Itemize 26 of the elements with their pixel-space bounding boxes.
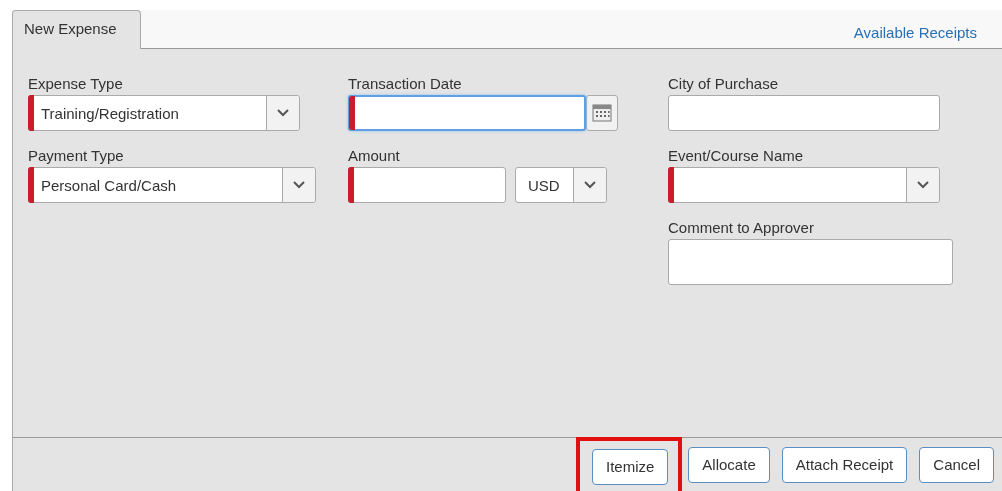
field-label: Amount — [348, 147, 401, 164]
action-button[interactable]: Allocate — [688, 446, 770, 483]
date-input[interactable] — [348, 95, 586, 131]
chevron-down-icon — [277, 109, 289, 117]
action-button[interactable]: Itemize — [592, 448, 669, 485]
chevron-down-icon — [293, 181, 305, 189]
dropdown-field[interactable]: Training/Registration — [28, 95, 300, 131]
text-input[interactable] — [668, 95, 940, 131]
dropdown-field[interactable] — [668, 167, 940, 203]
calendar-button[interactable] — [586, 95, 618, 131]
currency-dropdown[interactable]: USD — [515, 167, 607, 203]
available-receipts-link[interactable]: Available Receipts — [853, 24, 977, 41]
field-label: Comment to Approver — [668, 219, 815, 236]
field-label: Event/Course Name — [668, 147, 805, 164]
field-label: Payment Type — [28, 147, 125, 164]
chevron-down-icon — [917, 181, 929, 189]
field-label: City of Purchase — [668, 75, 780, 92]
form-tab[interactable]: New Expense — [12, 10, 141, 49]
field-label: Transaction Date — [348, 75, 463, 92]
field-label: Expense Type — [28, 75, 124, 92]
calendar-icon — [592, 104, 612, 122]
amount-input[interactable] — [348, 167, 506, 203]
action-button[interactable]: Cancel — [919, 446, 994, 483]
chevron-down-icon — [584, 181, 596, 189]
dropdown-field[interactable]: Personal Card/Cash — [28, 167, 316, 203]
action-button[interactable]: Attach Receipt — [781, 446, 908, 483]
